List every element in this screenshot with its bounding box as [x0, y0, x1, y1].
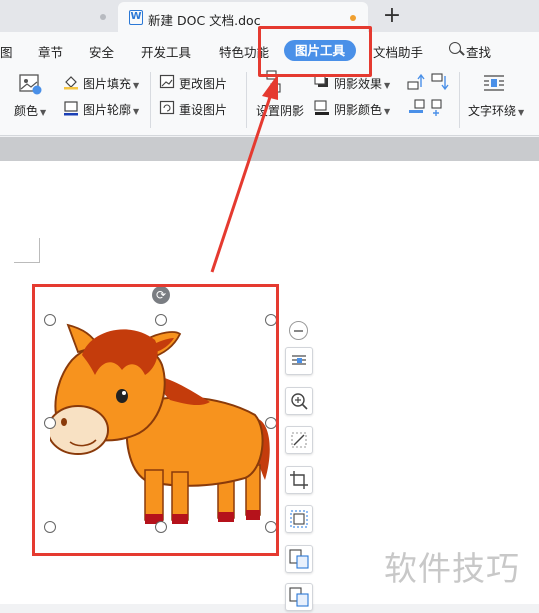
watermark-text: 软件技巧 — [384, 549, 520, 588]
zoom-in-button[interactable] — [285, 387, 313, 415]
layout-options-button[interactable] — [285, 347, 313, 375]
unsaved-dot-icon[interactable] — [350, 15, 356, 21]
picture-effect-button[interactable] — [285, 426, 313, 454]
new-tab-button[interactable]: + — [382, 3, 402, 29]
ribbon-divider — [459, 72, 460, 128]
margin-corner-mark — [14, 262, 39, 263]
menu-item-developer[interactable]: 开发工具 — [141, 42, 191, 61]
shadow-color-icon — [314, 100, 329, 115]
nudge-left-icon[interactable] — [407, 99, 425, 117]
color-picture-icon[interactable] — [19, 74, 43, 96]
layout-options-icon — [292, 355, 306, 365]
tab-title: 新建 DOC 文档.doc — [148, 13, 261, 28]
picture-frame-button[interactable] — [285, 505, 313, 533]
menu-item-doc-assistant[interactable]: 文档助手 — [373, 42, 423, 61]
change-picture-icon — [159, 74, 175, 89]
menu-item-section[interactable]: 章节 — [38, 42, 63, 61]
picture-outline-button[interactable]: 图片轮廓 ▼ — [83, 101, 139, 118]
picture-to-doc-icon — [289, 549, 309, 569]
nudge-right-icon[interactable] — [431, 99, 449, 117]
nudge-up-icon[interactable] — [407, 73, 425, 91]
menu-item-find[interactable]: 查找 — [466, 42, 491, 61]
text-wrap-icon — [484, 75, 504, 91]
picture-frame-icon — [290, 510, 308, 528]
search-icon[interactable] — [449, 42, 461, 54]
change-picture-button[interactable]: 更改图片 — [179, 75, 227, 92]
nudge-down-icon[interactable] — [431, 73, 449, 91]
ribbon-divider — [246, 72, 247, 128]
margin-corner-mark — [39, 238, 40, 263]
chevron-down-icon: ▼ — [133, 81, 140, 90]
paint-bucket-icon — [64, 76, 78, 90]
shadow-color-button[interactable]: 阴影颜色 ▼ — [334, 101, 390, 118]
shadow-color-label: 阴影颜色 — [334, 103, 383, 117]
magic-wand-icon — [291, 432, 307, 448]
chevron-down-icon: ▼ — [384, 107, 391, 116]
tab-previous[interactable] — [0, 2, 118, 32]
word-doc-icon: W — [129, 10, 143, 25]
chevron-down-icon: ▼ — [133, 107, 140, 116]
picture-fill-button[interactable]: 图片填充 ▼ — [83, 75, 139, 92]
text-wrap-button[interactable]: 文字环绕 ▼ — [468, 102, 524, 119]
color-button[interactable]: 颜色 ▼ — [14, 102, 46, 119]
picture-to-doc-button[interactable] — [285, 545, 313, 573]
annotation-image-frame — [32, 284, 279, 556]
menu-item-insert[interactable]: 图 — [0, 42, 13, 61]
color-label: 颜色 — [14, 104, 39, 118]
zoom-in-icon — [291, 393, 308, 410]
collapse-toolbar-icon[interactable] — [289, 321, 308, 340]
shadow-effect-button[interactable]: 阴影效果 ▼ — [334, 75, 390, 92]
crop-icon — [290, 471, 308, 489]
crop-button[interactable] — [285, 466, 313, 494]
text-wrap-label: 文字环绕 — [468, 104, 517, 118]
chevron-down-icon: ▼ — [518, 108, 525, 117]
picture-to-text-icon — [289, 587, 309, 607]
ruler-band — [0, 137, 539, 161]
picture-to-text-button[interactable] — [285, 583, 313, 611]
menu-item-security[interactable]: 安全 — [89, 42, 114, 61]
shadow-effect-label: 阴影效果 — [334, 77, 383, 91]
tab-status-dot — [100, 14, 106, 20]
chevron-down-icon: ▼ — [40, 108, 47, 117]
annotation-highlight-box — [258, 26, 372, 77]
picture-outline-label: 图片轮廓 — [83, 103, 132, 117]
chevron-down-icon: ▼ — [384, 81, 391, 90]
ribbon-divider — [150, 72, 151, 128]
outline-pen-icon — [64, 101, 78, 116]
set-shadow-button[interactable]: 设置阴影 — [256, 102, 304, 119]
reset-picture-button[interactable]: 重设图片 — [179, 101, 227, 118]
picture-fill-label: 图片填充 — [83, 77, 132, 91]
reset-picture-icon — [159, 100, 175, 115]
